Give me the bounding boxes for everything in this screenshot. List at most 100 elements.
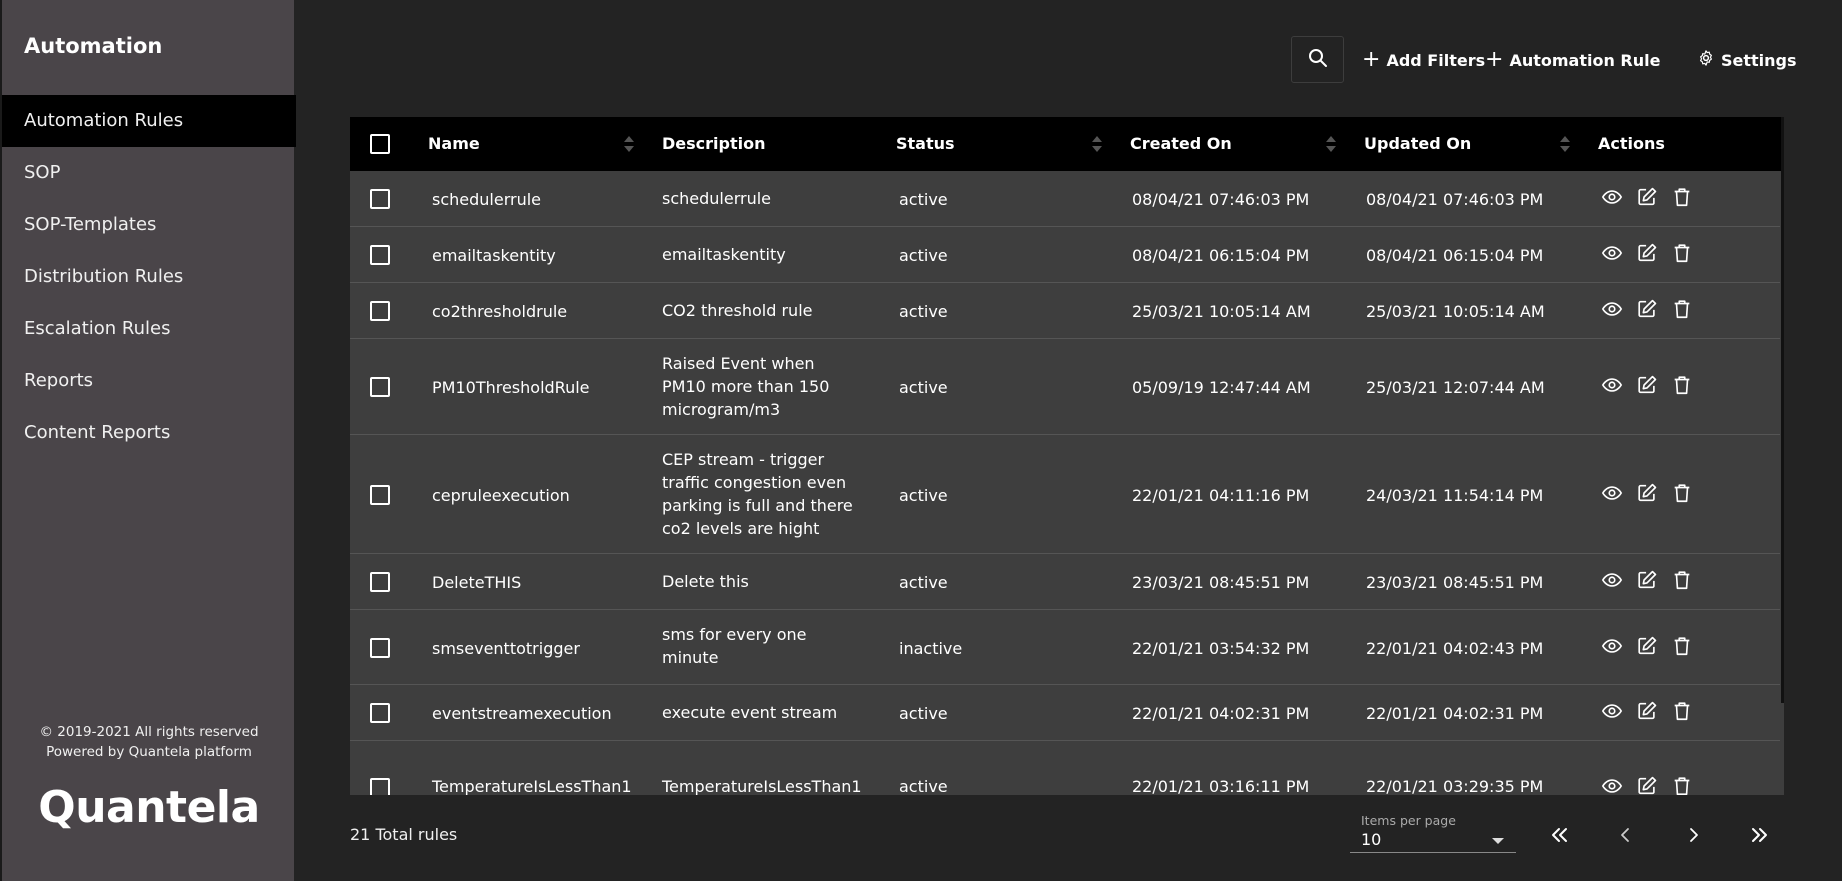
items-per-page-value: 10: [1361, 830, 1382, 849]
delete-button[interactable]: [1671, 635, 1693, 657]
sort-icon[interactable]: [1326, 136, 1336, 154]
row-checkbox[interactable]: [370, 189, 390, 209]
table-row[interactable]: smseventtotrigger sms for every one minut…: [350, 610, 1780, 685]
view-button[interactable]: [1601, 775, 1623, 795]
sidebar-item-distribution-rules[interactable]: Distribution Rules: [2, 251, 296, 303]
edit-button[interactable]: [1636, 635, 1658, 657]
view-button[interactable]: [1601, 700, 1623, 722]
row-checkbox[interactable]: [370, 377, 390, 397]
table-row[interactable]: eventstreamexecution execute event stream…: [350, 685, 1780, 741]
table-row[interactable]: schedulerrule schedulerrule active 08/04/21…: [350, 171, 1780, 227]
view-button[interactable]: [1601, 482, 1623, 504]
next-page-button[interactable]: [1678, 822, 1708, 852]
view-button[interactable]: [1601, 569, 1623, 591]
eye-icon: [1601, 482, 1623, 504]
rule-description: execute event stream: [662, 703, 838, 722]
trash-icon: [1671, 374, 1693, 396]
automation-rules-table: Name Description Status Created On Updat…: [350, 117, 1784, 795]
trash-icon: [1671, 186, 1693, 208]
last-page-button[interactable]: [1745, 822, 1775, 852]
edit-button[interactable]: [1636, 242, 1658, 264]
sidebar-item-content-reports[interactable]: Content Reports: [2, 407, 296, 459]
edit-button[interactable]: [1636, 569, 1658, 591]
sort-icon[interactable]: [1560, 136, 1570, 154]
rule-description: emailtaskentity: [662, 245, 786, 264]
sidebar-item-escalation-rules[interactable]: Escalation Rules: [2, 303, 296, 355]
view-button[interactable]: [1601, 374, 1623, 396]
view-button[interactable]: [1601, 635, 1623, 657]
rule-name: DeleteTHIS: [432, 573, 522, 592]
edit-button[interactable]: [1636, 482, 1658, 504]
delete-button[interactable]: [1671, 700, 1693, 722]
table-scrollbar[interactable]: [1781, 117, 1784, 703]
row-checkbox[interactable]: [370, 245, 390, 265]
view-button[interactable]: [1601, 298, 1623, 320]
row-checkbox[interactable]: [370, 637, 390, 658]
rule-status: active: [899, 777, 948, 795]
previous-page-button[interactable]: [1611, 822, 1641, 852]
column-header-name[interactable]: Name: [428, 117, 480, 171]
sidebar-item-reports[interactable]: Reports: [2, 355, 296, 407]
sort-icon[interactable]: [1092, 136, 1102, 154]
delete-button[interactable]: [1671, 242, 1693, 264]
plus-icon: +: [1362, 47, 1381, 72]
add-filters-button[interactable]: + Add Filters: [1362, 48, 1485, 72]
rule-name: co2thresholdrule: [432, 302, 568, 321]
add-automation-rule-button[interactable]: + Automation Rule: [1485, 48, 1660, 72]
row-checkbox[interactable]: [370, 572, 390, 592]
rule-description: CEP stream - trigger traffic congestion …: [662, 450, 853, 538]
table-row[interactable]: cepruleexecution CEP stream - trigger tra…: [350, 435, 1780, 554]
edit-button[interactable]: [1636, 374, 1658, 396]
delete-button[interactable]: [1671, 569, 1693, 591]
select-all-checkbox[interactable]: [370, 134, 390, 154]
view-button[interactable]: [1601, 242, 1623, 264]
rule-name: PM10ThresholdRule: [432, 378, 590, 397]
sidebar-item-sop[interactable]: SOP: [2, 147, 296, 199]
next-page-icon: [1687, 827, 1699, 847]
table-row[interactable]: emailtaskentity emailtaskentity active 08/0…: [350, 227, 1780, 283]
row-checkbox[interactable]: [370, 778, 390, 795]
rule-updated-on: 25/03/21 12:07:44 AM: [1366, 378, 1545, 397]
edit-button[interactable]: [1636, 775, 1658, 795]
column-header-created-on[interactable]: Created On: [1130, 117, 1232, 171]
trash-icon: [1671, 298, 1693, 320]
view-button[interactable]: [1601, 186, 1623, 208]
rule-status: active: [899, 378, 948, 397]
rule-created-on: 22/01/21 04:02:31 PM: [1132, 704, 1310, 723]
column-header-status[interactable]: Status: [896, 117, 955, 171]
rule-created-on: 08/04/21 07:46:03 PM: [1132, 190, 1310, 209]
search-button[interactable]: [1291, 36, 1344, 83]
row-checkbox[interactable]: [370, 703, 390, 723]
rule-description: Raised Event when PM10 more than 150 mic…: [662, 354, 830, 419]
add-filters-label: Add Filters: [1386, 50, 1486, 70]
table-header: Name Description Status Created On Updat…: [350, 117, 1784, 171]
table-row[interactable]: TemperatureIsLessThan1 TemperatureIsLessT…: [350, 741, 1780, 795]
table-row[interactable]: co2thresholdrule CO2 threshold rule active…: [350, 283, 1780, 339]
settings-button[interactable]: Settings: [1697, 48, 1797, 72]
sidebar-item-automation-rules[interactable]: Automation Rules: [2, 95, 296, 147]
delete-button[interactable]: [1671, 298, 1693, 320]
items-per-page-select[interactable]: 10: [1350, 829, 1516, 853]
sidebar-title: Automation: [24, 34, 163, 58]
sidebar-item-sop-templates[interactable]: SOP-Templates: [2, 199, 296, 251]
delete-button[interactable]: [1671, 374, 1693, 396]
sort-icon[interactable]: [624, 136, 634, 154]
eye-icon: [1601, 775, 1623, 795]
delete-button[interactable]: [1671, 775, 1693, 795]
row-checkbox[interactable]: [370, 301, 390, 321]
edit-button[interactable]: [1636, 298, 1658, 320]
column-header-updated-on[interactable]: Updated On: [1364, 117, 1471, 171]
edit-button[interactable]: [1636, 700, 1658, 722]
delete-button[interactable]: [1671, 482, 1693, 504]
rule-created-on: 22/01/21 03:16:11 PM: [1132, 777, 1310, 795]
edit-icon: [1636, 374, 1658, 396]
table-row[interactable]: DeleteTHIS Delete this active 23/03/21 08:4…: [350, 554, 1780, 610]
edit-button[interactable]: [1636, 186, 1658, 208]
row-actions: [1601, 635, 1693, 657]
delete-button[interactable]: [1671, 186, 1693, 208]
table-row[interactable]: PM10ThresholdRule Raised Event when PM10 …: [350, 339, 1780, 435]
first-page-button[interactable]: [1544, 822, 1574, 852]
row-checkbox[interactable]: [370, 484, 390, 505]
edit-icon: [1636, 186, 1658, 208]
rule-description: sms for every one minute: [662, 625, 807, 667]
